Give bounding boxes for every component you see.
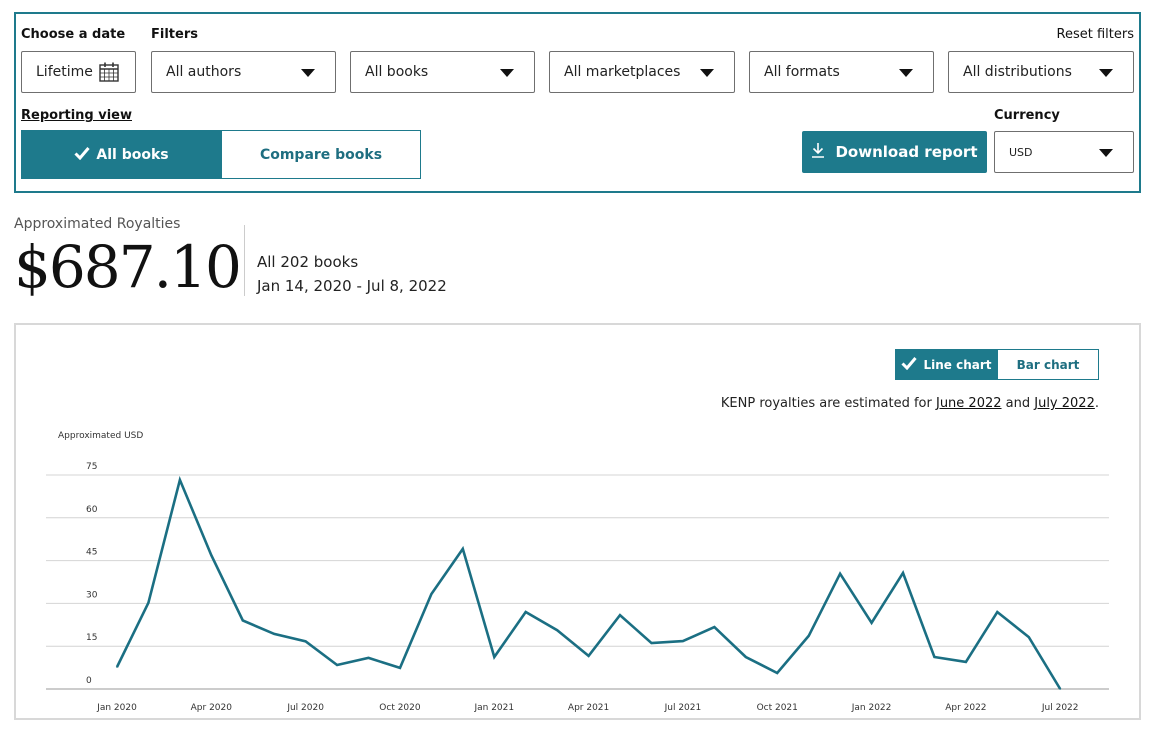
data-point	[1059, 688, 1061, 690]
y-tick-label: 15	[86, 633, 97, 643]
data-point	[304, 640, 307, 643]
data-point	[367, 657, 370, 659]
data-point	[147, 602, 150, 604]
data-point	[493, 656, 496, 658]
data-point	[116, 666, 118, 668]
data-point	[556, 629, 558, 632]
royalties-line-chart: 0 15 30 45 60 75 Jan 2020 Apr 2020 Jul 2020 Oct 2…	[46, 462, 1109, 713]
data-point	[996, 611, 999, 613]
data-point	[870, 622, 873, 624]
data-point	[179, 479, 181, 481]
data-point	[399, 667, 401, 669]
x-tick-label: Jul 2021	[664, 703, 702, 713]
data-point	[524, 611, 527, 613]
x-tick-label: Oct 2021	[757, 703, 798, 713]
data-point	[650, 642, 653, 644]
y-tick-label: 75	[86, 462, 97, 472]
x-tick-label: Jan 2020	[96, 703, 137, 713]
x-tick-label: Apr 2021	[568, 703, 609, 713]
data-point	[902, 572, 904, 574]
data-point	[619, 614, 621, 616]
x-tick-label: Jan 2022	[851, 703, 892, 713]
data-point	[336, 664, 338, 666]
x-tick-label: Oct 2020	[379, 703, 421, 713]
x-tick-label: Apr 2020	[191, 703, 233, 713]
data-point	[839, 572, 841, 575]
x-tick-label: Jul 2022	[1041, 703, 1079, 713]
x-tick-label: Jan 2021	[473, 703, 514, 713]
data-point	[587, 655, 590, 657]
data-point	[745, 656, 747, 658]
data-point	[933, 656, 936, 658]
data-point	[430, 593, 433, 595]
data-point	[1027, 636, 1030, 638]
data-point	[965, 661, 967, 663]
x-tick-label: Apr 2022	[945, 703, 986, 713]
data-point	[713, 626, 716, 628]
data-point	[682, 640, 684, 642]
data-point	[462, 548, 464, 550]
series-line	[115, 475, 1062, 690]
y-tick-label: 0	[86, 676, 92, 686]
y-tick-label: 45	[86, 548, 97, 558]
data-point	[210, 554, 213, 556]
y-tick-label: 60	[86, 505, 98, 515]
data-point	[241, 619, 244, 622]
data-point	[807, 635, 810, 637]
y-tick-label: 30	[86, 590, 98, 600]
x-tick-label: Jul 2020	[286, 703, 324, 713]
data-point	[273, 633, 276, 635]
data-point	[776, 672, 779, 674]
